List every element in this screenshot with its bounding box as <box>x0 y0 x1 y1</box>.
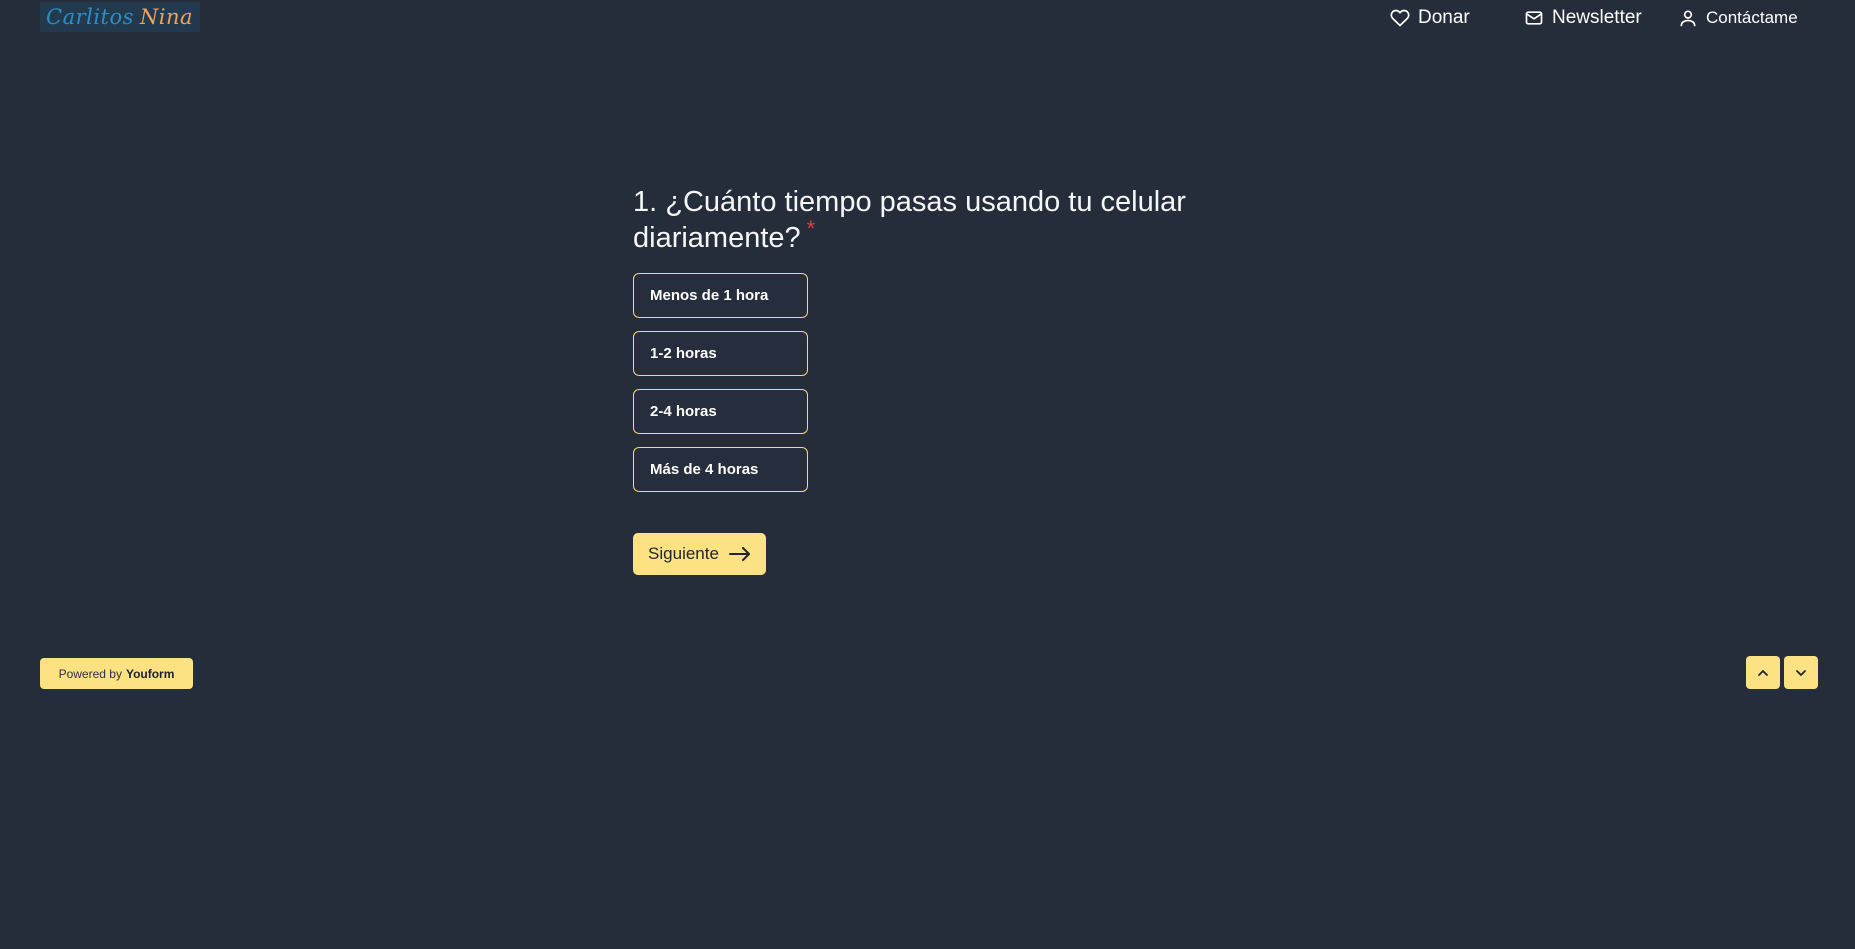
chevron-down-icon <box>1796 669 1806 676</box>
powered-by-badge[interactable]: Powered by Youform <box>40 658 193 689</box>
powered-by-brand: Youform <box>125 666 175 681</box>
user-icon <box>1680 10 1696 27</box>
nav-contact[interactable]: Contáctame <box>1678 0 1798 36</box>
required-mark: * <box>806 216 816 242</box>
heart-icon <box>1390 9 1410 27</box>
arrow-right-icon <box>728 547 750 561</box>
option-button[interactable]: 2-4 horas <box>633 389 808 434</box>
nav-donar[interactable]: Donar <box>1390 0 1470 36</box>
logo-last-name: Nina <box>139 5 194 29</box>
next-question-button[interactable] <box>1784 656 1818 689</box>
option-label: 1-2 horas <box>650 345 717 362</box>
nav-donar-label: Donar <box>1418 7 1470 28</box>
answer-options: Menos de 1 hora 1-2 horas 2-4 horas Más … <box>633 273 808 505</box>
previous-question-button[interactable] <box>1746 656 1780 689</box>
powered-by-text: Powered by <box>58 666 122 681</box>
option-label: Menos de 1 hora <box>650 287 769 304</box>
option-label: Más de 4 horas <box>650 461 759 478</box>
next-button-label: Siguiente <box>648 544 719 563</box>
mail-icon <box>1525 11 1543 25</box>
nav-contact-label: Contáctame <box>1706 8 1798 27</box>
logo-first-name: Carlitos <box>46 5 134 29</box>
option-button[interactable]: 1-2 horas <box>633 331 808 376</box>
question-text: 1. ¿Cuánto tiempo pasas usando tu celula… <box>633 186 1186 254</box>
next-button[interactable]: Siguiente <box>633 533 766 575</box>
option-button[interactable]: Más de 4 horas <box>633 447 808 492</box>
option-button[interactable]: Menos de 1 hora <box>633 273 808 318</box>
site-logo[interactable]: Carlitos Nina <box>40 2 200 32</box>
form-page: Carlitos Nina Donar Newsletter Contáctam… <box>0 0 1855 949</box>
nav-newsletter-label: Newsletter <box>1552 7 1642 28</box>
option-label: 2-4 horas <box>650 403 717 420</box>
nav-newsletter[interactable]: Newsletter <box>1524 0 1642 36</box>
chevron-up-icon <box>1758 669 1768 676</box>
question-title: 1. ¿Cuánto tiempo pasas usando tu celula… <box>633 184 1233 256</box>
